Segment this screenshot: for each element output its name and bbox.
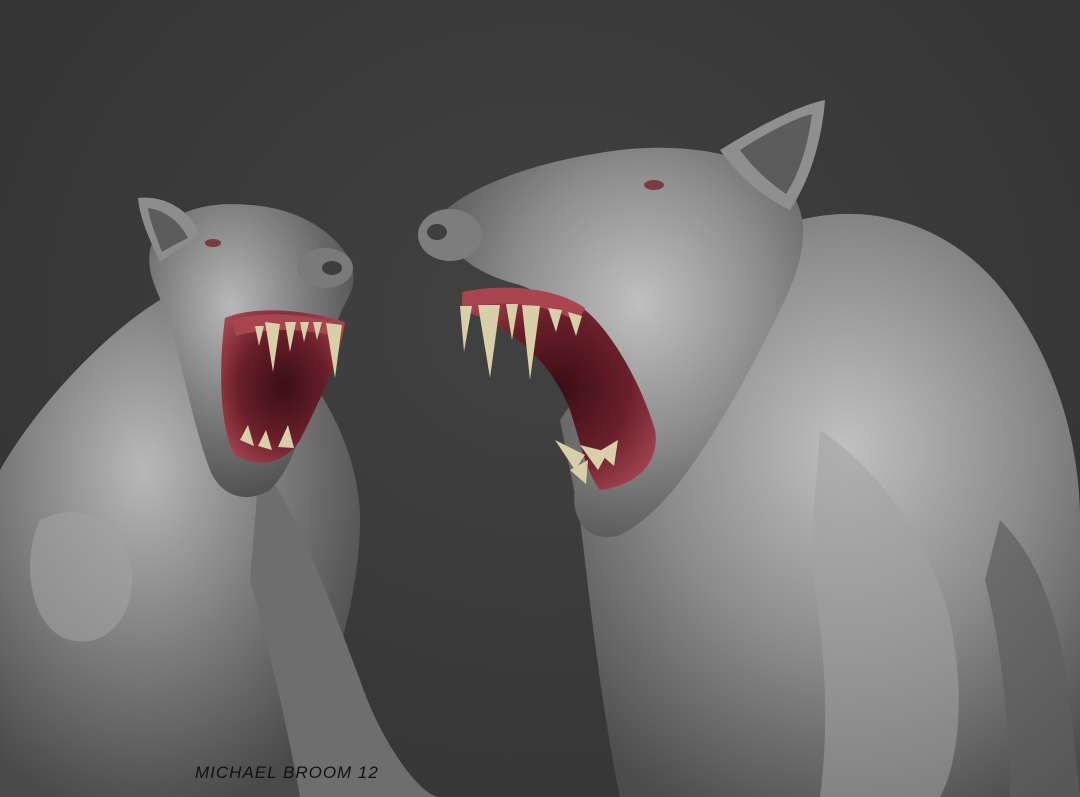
beast-sculpts-illustration <box>0 100 1080 797</box>
right-beast <box>418 100 1080 797</box>
artist-signature: MICHAEL BROOM 12 <box>195 763 379 782</box>
artwork-canvas: MICHAEL BROOM 12 <box>0 0 1080 797</box>
left-beast <box>0 197 440 797</box>
